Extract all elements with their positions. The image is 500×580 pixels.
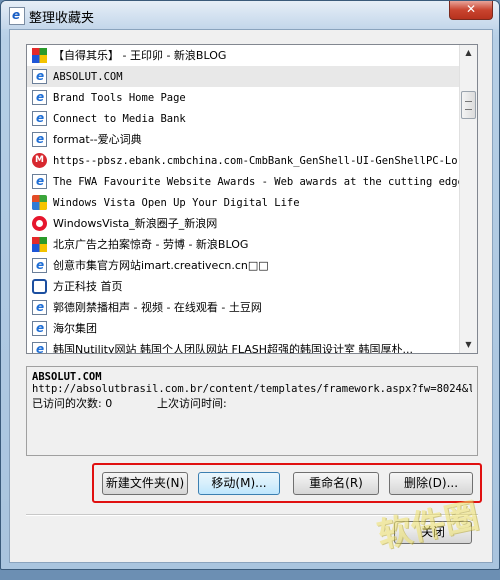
favorite-item-label: 北京广告之拍案惊奇 - 劳博 - 新浪BLOG	[53, 238, 249, 251]
founder-icon	[32, 279, 47, 294]
favorite-item-label: Connect to Media Bank	[53, 113, 186, 125]
colorful-flag-icon	[32, 48, 47, 63]
favorite-item[interactable]: ABSOLUT.COM	[27, 66, 459, 87]
favorite-item[interactable]: 郭德刚禁播相声 - 视频 - 在线观看 - 土豆网	[27, 297, 459, 318]
favorite-item[interactable]: Connect to Media Bank	[27, 108, 459, 129]
ie-page-icon	[32, 66, 47, 87]
favorites-list[interactable]: 【自得其乐】 - 王印卯 - 新浪BLOG ABSOLUT.COM Brand To…	[26, 44, 478, 354]
favorite-item-label: 海尔集团	[53, 322, 97, 335]
rename-button[interactable]: 重命名(R)	[293, 472, 379, 495]
last-visit-time: 上次访问时间:	[157, 397, 227, 410]
favorite-item-label: 郭德刚禁播相声 - 视频 - 在线观看 - 土豆网	[53, 301, 262, 314]
favorite-name: ABSOLUT.COM	[32, 371, 102, 383]
favorite-item[interactable]: Brand Tools Home Page	[27, 87, 459, 108]
favorite-item-label: format--爱心词典	[53, 133, 142, 146]
ie-page-icon	[32, 339, 47, 353]
favorite-item[interactable]: 韩国Nutility网站 韩国个人团队网站 FLASH超强的韩国设计室 韩国厚朴…	[27, 339, 459, 354]
ie-page-icon	[32, 129, 47, 150]
favorite-item[interactable]: 北京广告之拍案惊奇 - 劳博 - 新浪BLOG	[27, 234, 459, 255]
favorite-item-label: 【自得其乐】 - 王印卯 - 新浪BLOG	[53, 49, 227, 62]
favorite-item[interactable]: The FWA Favourite Website Awards - Web a…	[27, 171, 459, 192]
sina-weibo-icon	[32, 216, 47, 231]
windows-logo-icon	[32, 195, 47, 210]
ie-app-icon	[9, 7, 25, 25]
favorite-item[interactable]: WindowsVista_新浪圈子_新浪网	[27, 213, 459, 234]
ie-page-icon	[32, 297, 47, 318]
favorite-item[interactable]: 方正科技 首页	[27, 276, 459, 297]
title-bar: 整理收藏夹 ✕	[1, 1, 499, 29]
favorite-item-label: Brand Tools Home Page	[53, 92, 186, 104]
favorite-item[interactable]: Windows Vista Open Up Your Digital Life	[27, 192, 459, 213]
ie-page-icon	[32, 255, 47, 276]
ie-page-icon	[32, 171, 47, 192]
window-close-button[interactable]: ✕	[449, 1, 493, 20]
new-folder-button[interactable]: 新建文件夹(N)	[102, 472, 188, 495]
favorite-item-label: WindowsVista_新浪圈子_新浪网	[53, 217, 218, 230]
delete-button[interactable]: 删除(D)...	[389, 472, 473, 495]
ie-page-icon	[32, 108, 47, 129]
divider	[26, 514, 478, 516]
favorite-item[interactable]: 【自得其乐】 - 王印卯 - 新浪BLOG	[27, 45, 459, 66]
scroll-up-button[interactable]: ▲	[461, 45, 476, 61]
favorite-item-label: 韩国Nutility网站 韩国个人团队网站 FLASH超强的韩国设计室 韩国厚朴…	[53, 343, 413, 354]
favorite-item-label: https--pbsz.ebank.cmbchina.com-CmbBank_G…	[53, 155, 459, 167]
scrollbar-thumb[interactable]	[461, 91, 476, 119]
favorite-item-label: Windows Vista Open Up Your Digital Life	[53, 197, 300, 209]
favorite-item[interactable]: format--爱心词典	[27, 129, 459, 150]
cmb-bank-icon: M	[32, 153, 47, 168]
favorite-details-panel: ABSOLUT.COM http://absolutbrasil.com.br/…	[26, 366, 478, 456]
visit-count: 已访问的次数: 0	[32, 397, 113, 410]
favorites-rows: 【自得其乐】 - 王印卯 - 新浪BLOG ABSOLUT.COM Brand To…	[27, 45, 459, 354]
move-button[interactable]: 移动(M)...	[198, 472, 280, 495]
favorite-item-label: The FWA Favourite Website Awards - Web a…	[53, 176, 459, 188]
favorite-item[interactable]: Mhttps--pbsz.ebank.cmbchina.com-CmbBank_…	[27, 150, 459, 171]
favorite-item[interactable]: 创意市集官方网站imart.creativecn.cn□□	[27, 255, 459, 276]
vertical-scrollbar[interactable]: ▲ ▼	[459, 45, 477, 353]
ie-page-icon	[32, 87, 47, 108]
close-button[interactable]: 关闭	[394, 521, 472, 544]
favorite-item-label: 方正科技 首页	[53, 280, 123, 293]
colorful-flag-icon	[32, 237, 47, 252]
scroll-down-button[interactable]: ▼	[461, 337, 476, 353]
ie-page-icon	[32, 318, 47, 339]
dialog-client-area: 【自得其乐】 - 王印卯 - 新浪BLOG ABSOLUT.COM Brand To…	[9, 29, 493, 563]
favorite-item-label: 创意市集官方网站imart.creativecn.cn□□	[53, 259, 269, 272]
organize-favorites-window: 整理收藏夹 ✕ 【自得其乐】 - 王印卯 - 新浪BLOG ABSOLUT.COM…	[0, 0, 500, 570]
window-title: 整理收藏夹	[29, 11, 95, 26]
favorite-url: http://absolutbrasil.com.br/content/temp…	[32, 383, 472, 395]
favorite-item[interactable]: 海尔集团	[27, 318, 459, 339]
favorite-item-label: ABSOLUT.COM	[53, 71, 123, 83]
